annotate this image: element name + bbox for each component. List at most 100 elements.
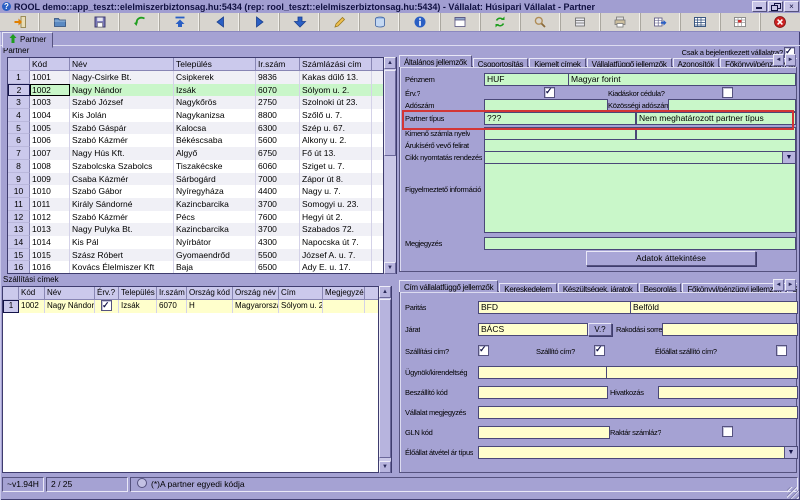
tab-scroll-left-icon[interactable]: ◄: [773, 54, 784, 66]
row-number[interactable]: 4: [8, 109, 30, 122]
penznem-name-field[interactable]: Magyar forint: [568, 73, 796, 86]
column-header[interactable]: Ir.szám: [256, 58, 300, 71]
cell[interactable]: 6060: [256, 160, 300, 173]
cell[interactable]: 1006: [30, 134, 70, 147]
column-header[interactable]: Név: [45, 287, 95, 300]
cell[interactable]: 1014: [30, 236, 70, 249]
cell[interactable]: Algyő: [174, 147, 256, 160]
table-row[interactable]: 91009Csaba KázmérSárbogárd7000Zápor út 8…: [8, 173, 396, 186]
scroll-down-icon[interactable]: ▼: [379, 461, 391, 473]
table-remove-button[interactable]: [721, 13, 761, 31]
cell[interactable]: Magyarország: [233, 300, 279, 313]
cell[interactable]: Nagykőrös: [174, 96, 256, 109]
cell[interactable]: Izsák: [119, 300, 157, 313]
eloallat-cim-checkbox[interactable]: [776, 345, 787, 356]
row-number[interactable]: 11: [8, 198, 30, 211]
cell[interactable]: Nagy Hús Kft.: [70, 147, 174, 160]
cell[interactable]: Somogyi u. 23.: [300, 198, 372, 211]
column-header[interactable]: Érv.?: [95, 287, 119, 300]
scroll-up-icon[interactable]: ▲: [379, 286, 391, 298]
cell[interactable]: Szép u. 67.: [300, 122, 372, 135]
tab-1[interactable]: Kereskedelem: [499, 283, 557, 292]
resize-grip[interactable]: [787, 487, 799, 499]
restore-button[interactable]: [768, 1, 783, 12]
cell[interactable]: 9836: [256, 71, 300, 84]
cell[interactable]: Zápor út 8.: [300, 173, 372, 186]
partner-table-scrollbar[interactable]: ▲ ▼: [383, 57, 396, 274]
cell[interactable]: 1015: [30, 249, 70, 262]
cell[interactable]: Kazincbarcika: [174, 223, 256, 236]
row-number[interactable]: 12: [8, 211, 30, 224]
row-number[interactable]: 6: [8, 134, 30, 147]
save-button[interactable]: [80, 13, 120, 31]
cell[interactable]: Sziget u. 7.: [300, 160, 372, 173]
cell[interactable]: Kis Pál: [70, 236, 174, 249]
row-number[interactable]: 13: [8, 223, 30, 236]
form-button[interactable]: [441, 13, 481, 31]
kiadaskor-checkbox[interactable]: [722, 87, 733, 98]
cell[interactable]: 1001: [30, 71, 70, 84]
cell[interactable]: 8800: [256, 109, 300, 122]
delete-button[interactable]: [360, 13, 400, 31]
column-header[interactable]: Számlázási cím: [300, 58, 372, 71]
table-row[interactable]: 161016Kovács Élelmiszer KftBaja6500Ady E…: [8, 261, 396, 274]
cell[interactable]: Kakas dűlő 13.: [300, 71, 372, 84]
tab-scroll-left-icon[interactable]: ◄: [773, 279, 784, 291]
table-row[interactable]: 111011Király SándornéKazincbarcika3700So…: [8, 198, 396, 211]
megjegyzes-field[interactable]: [484, 237, 796, 250]
row-number[interactable]: 10: [8, 185, 30, 198]
navigate-next-button[interactable]: [240, 13, 280, 31]
kozossegi-field[interactable]: [668, 99, 796, 112]
cell[interactable]: 7600: [256, 211, 300, 224]
szallitasi-cim-checkbox[interactable]: [478, 345, 489, 356]
table-row[interactable]: 21002Nagy NándorIzsák6070Sólyom u. 2.: [8, 84, 396, 97]
table-row[interactable]: 11002Nagy NándorIzsák6070HMagyarországSó…: [3, 300, 391, 313]
table-row[interactable]: 41004Kis JolánNagykanizsa8800Szőlő u. 7.: [8, 109, 396, 122]
cell[interactable]: Szász Róbert: [70, 249, 174, 262]
cell[interactable]: 6070: [157, 300, 187, 313]
figyelmezteto-textarea[interactable]: [484, 163, 796, 233]
paritas-name-field[interactable]: Belföld: [630, 301, 798, 314]
export-table-button[interactable]: [641, 13, 681, 31]
cell[interactable]: 1002: [19, 300, 45, 313]
cell[interactable]: 1008: [30, 160, 70, 173]
table-row[interactable]: 141014Kis PálNyírbátor4300Napocska út 7.: [8, 236, 396, 249]
cell[interactable]: Nyíregyháza: [174, 185, 256, 198]
eloallat-atvetel-dropdown[interactable]: ▼: [478, 446, 798, 459]
tab-0[interactable]: Cím vállalatfüggő jellemzők: [399, 280, 498, 292]
tab-3[interactable]: Besorolás: [639, 283, 682, 292]
column-header[interactable]: Kód: [30, 58, 70, 71]
cell[interactable]: Fő út 13.: [300, 147, 372, 160]
cell[interactable]: Nyírbátor: [174, 236, 256, 249]
cell[interactable]: 1012: [30, 211, 70, 224]
cell[interactable]: Nagykanizsa: [174, 109, 256, 122]
row-number[interactable]: 2: [8, 84, 30, 97]
cell[interactable]: Napocska út 7.: [300, 236, 372, 249]
column-header[interactable]: Ir.szám: [157, 287, 187, 300]
cell[interactable]: Sólyom u. 2.: [279, 300, 323, 313]
cell[interactable]: Szabó Gáspár: [70, 122, 174, 135]
cell[interactable]: Nagy Nándor: [45, 300, 95, 313]
undo-button[interactable]: [120, 13, 160, 31]
row-number[interactable]: 3: [8, 96, 30, 109]
tab-3[interactable]: Vállalatfüggő jellemzők: [587, 58, 672, 67]
cell[interactable]: Pécs: [174, 211, 256, 224]
row-number[interactable]: 9: [8, 173, 30, 186]
cell[interactable]: 5600: [256, 134, 300, 147]
cell[interactable]: 1007: [30, 147, 70, 160]
cell[interactable]: Nagy-Csirke Bt.: [70, 71, 174, 84]
raktar-checkbox[interactable]: [722, 426, 733, 437]
exit-button[interactable]: [0, 13, 40, 31]
row-number[interactable]: 5: [8, 122, 30, 135]
table-row[interactable]: 31003Szabó JózsefNagykőrös2750Szolnoki ú…: [8, 96, 396, 109]
cell[interactable]: 2750: [256, 96, 300, 109]
tab-4[interactable]: Főkönyvi/pénzügyi jellemzők: [682, 283, 786, 292]
cell[interactable]: 3700: [256, 198, 300, 211]
cell[interactable]: 3700: [256, 223, 300, 236]
cell[interactable]: Szabó Kázmér: [70, 134, 174, 147]
cell[interactable]: 1004: [30, 109, 70, 122]
table-row[interactable]: 71007Nagy Hús Kft.Algyő6750Fő út 13.: [8, 147, 396, 160]
erv-checkbox[interactable]: [544, 87, 555, 98]
cell[interactable]: 7000: [256, 173, 300, 186]
tab-partner[interactable]: Partner: [2, 32, 53, 48]
